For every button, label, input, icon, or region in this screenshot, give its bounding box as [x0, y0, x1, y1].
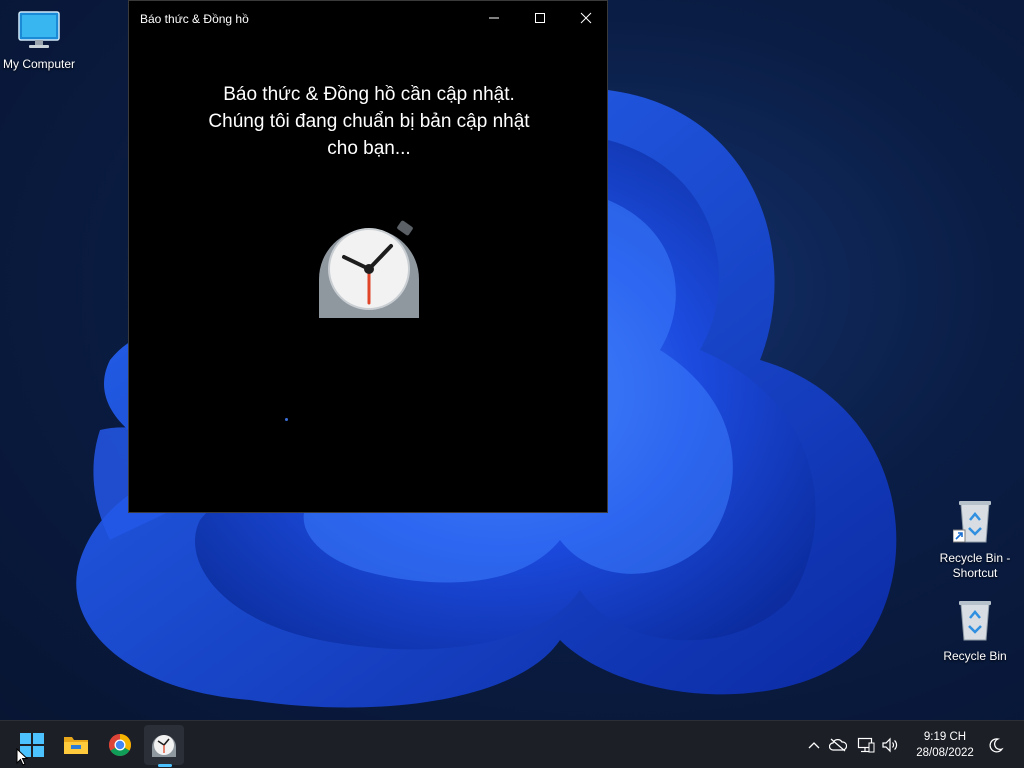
desktop-icon-label: Recycle Bin: [943, 649, 1007, 663]
focus-assist-button[interactable]: [986, 735, 1006, 755]
window-titlebar[interactable]: Báo thức & Đồng hồ: [129, 1, 607, 35]
update-message-line: Chúng tôi đang chuẩn bị bản cập nhật: [208, 111, 530, 132]
network-button[interactable]: [856, 735, 876, 755]
close-button[interactable]: [563, 1, 609, 35]
desktop-icon-recycle-bin-shortcut[interactable]: Recycle Bin - Shortcut: [936, 498, 1014, 581]
monitor-icon: [0, 10, 78, 54]
window-title: Báo thức & Đồng hồ: [140, 12, 249, 26]
mouse-cursor-icon: [16, 747, 29, 768]
minimize-icon: [489, 17, 499, 19]
alarms-clock-taskbar-button[interactable]: [144, 725, 184, 765]
recycle-bin-icon: [936, 598, 1014, 646]
alarms-clock-window[interactable]: Báo thức & Đồng hồ Báo thức & Đồng hồ cầ…: [128, 0, 608, 513]
recycle-bin-shortcut-icon: [936, 498, 1014, 548]
system-clock[interactable]: 9:19 CH 28/08/2022: [906, 729, 984, 761]
loading-indicator: [285, 418, 288, 421]
volume-button[interactable]: [880, 735, 900, 755]
minimize-button[interactable]: [471, 1, 517, 35]
chrome-button[interactable]: [100, 725, 140, 765]
folder-icon: [64, 737, 88, 754]
update-message-line: Báo thức & Đồng hồ cần cập nhật.: [223, 84, 515, 105]
desktop-icon-label: Recycle Bin - Shortcut: [939, 551, 1011, 580]
chrome-icon: [109, 734, 131, 756]
moon-icon: [989, 738, 1004, 753]
desktop-icon-label: My Computer: [2, 57, 76, 71]
show-hidden-icons-button[interactable]: [804, 735, 824, 755]
alarm-clock-icon: [318, 219, 420, 326]
chevron-up-icon: [808, 742, 820, 749]
onedrive-button[interactable]: [828, 735, 848, 755]
maximize-icon: [535, 13, 545, 23]
clock-time: 9:19 CH: [923, 731, 967, 743]
desktop-icon-recycle-bin[interactable]: Recycle Bin: [936, 598, 1014, 664]
cloud-off-icon: [829, 738, 847, 752]
desktop-icon-my-computer[interactable]: My Computer: [0, 10, 78, 72]
clock-date: 28/08/2022: [916, 747, 974, 759]
network-icon: [857, 737, 875, 753]
volume-icon: [882, 737, 898, 753]
update-message-line: cho bạn...: [327, 138, 411, 159]
update-message: Báo thức & Đồng hồ cần cập nhật. Chúng t…: [169, 81, 569, 162]
file-explorer-button[interactable]: [56, 725, 96, 765]
alarm-clock-icon: [152, 735, 176, 757]
taskbar: 9:19 CH 28/08/2022: [0, 720, 1024, 768]
close-icon: [580, 12, 592, 24]
active-app-indicator: [158, 764, 172, 767]
maximize-button[interactable]: [517, 1, 563, 35]
